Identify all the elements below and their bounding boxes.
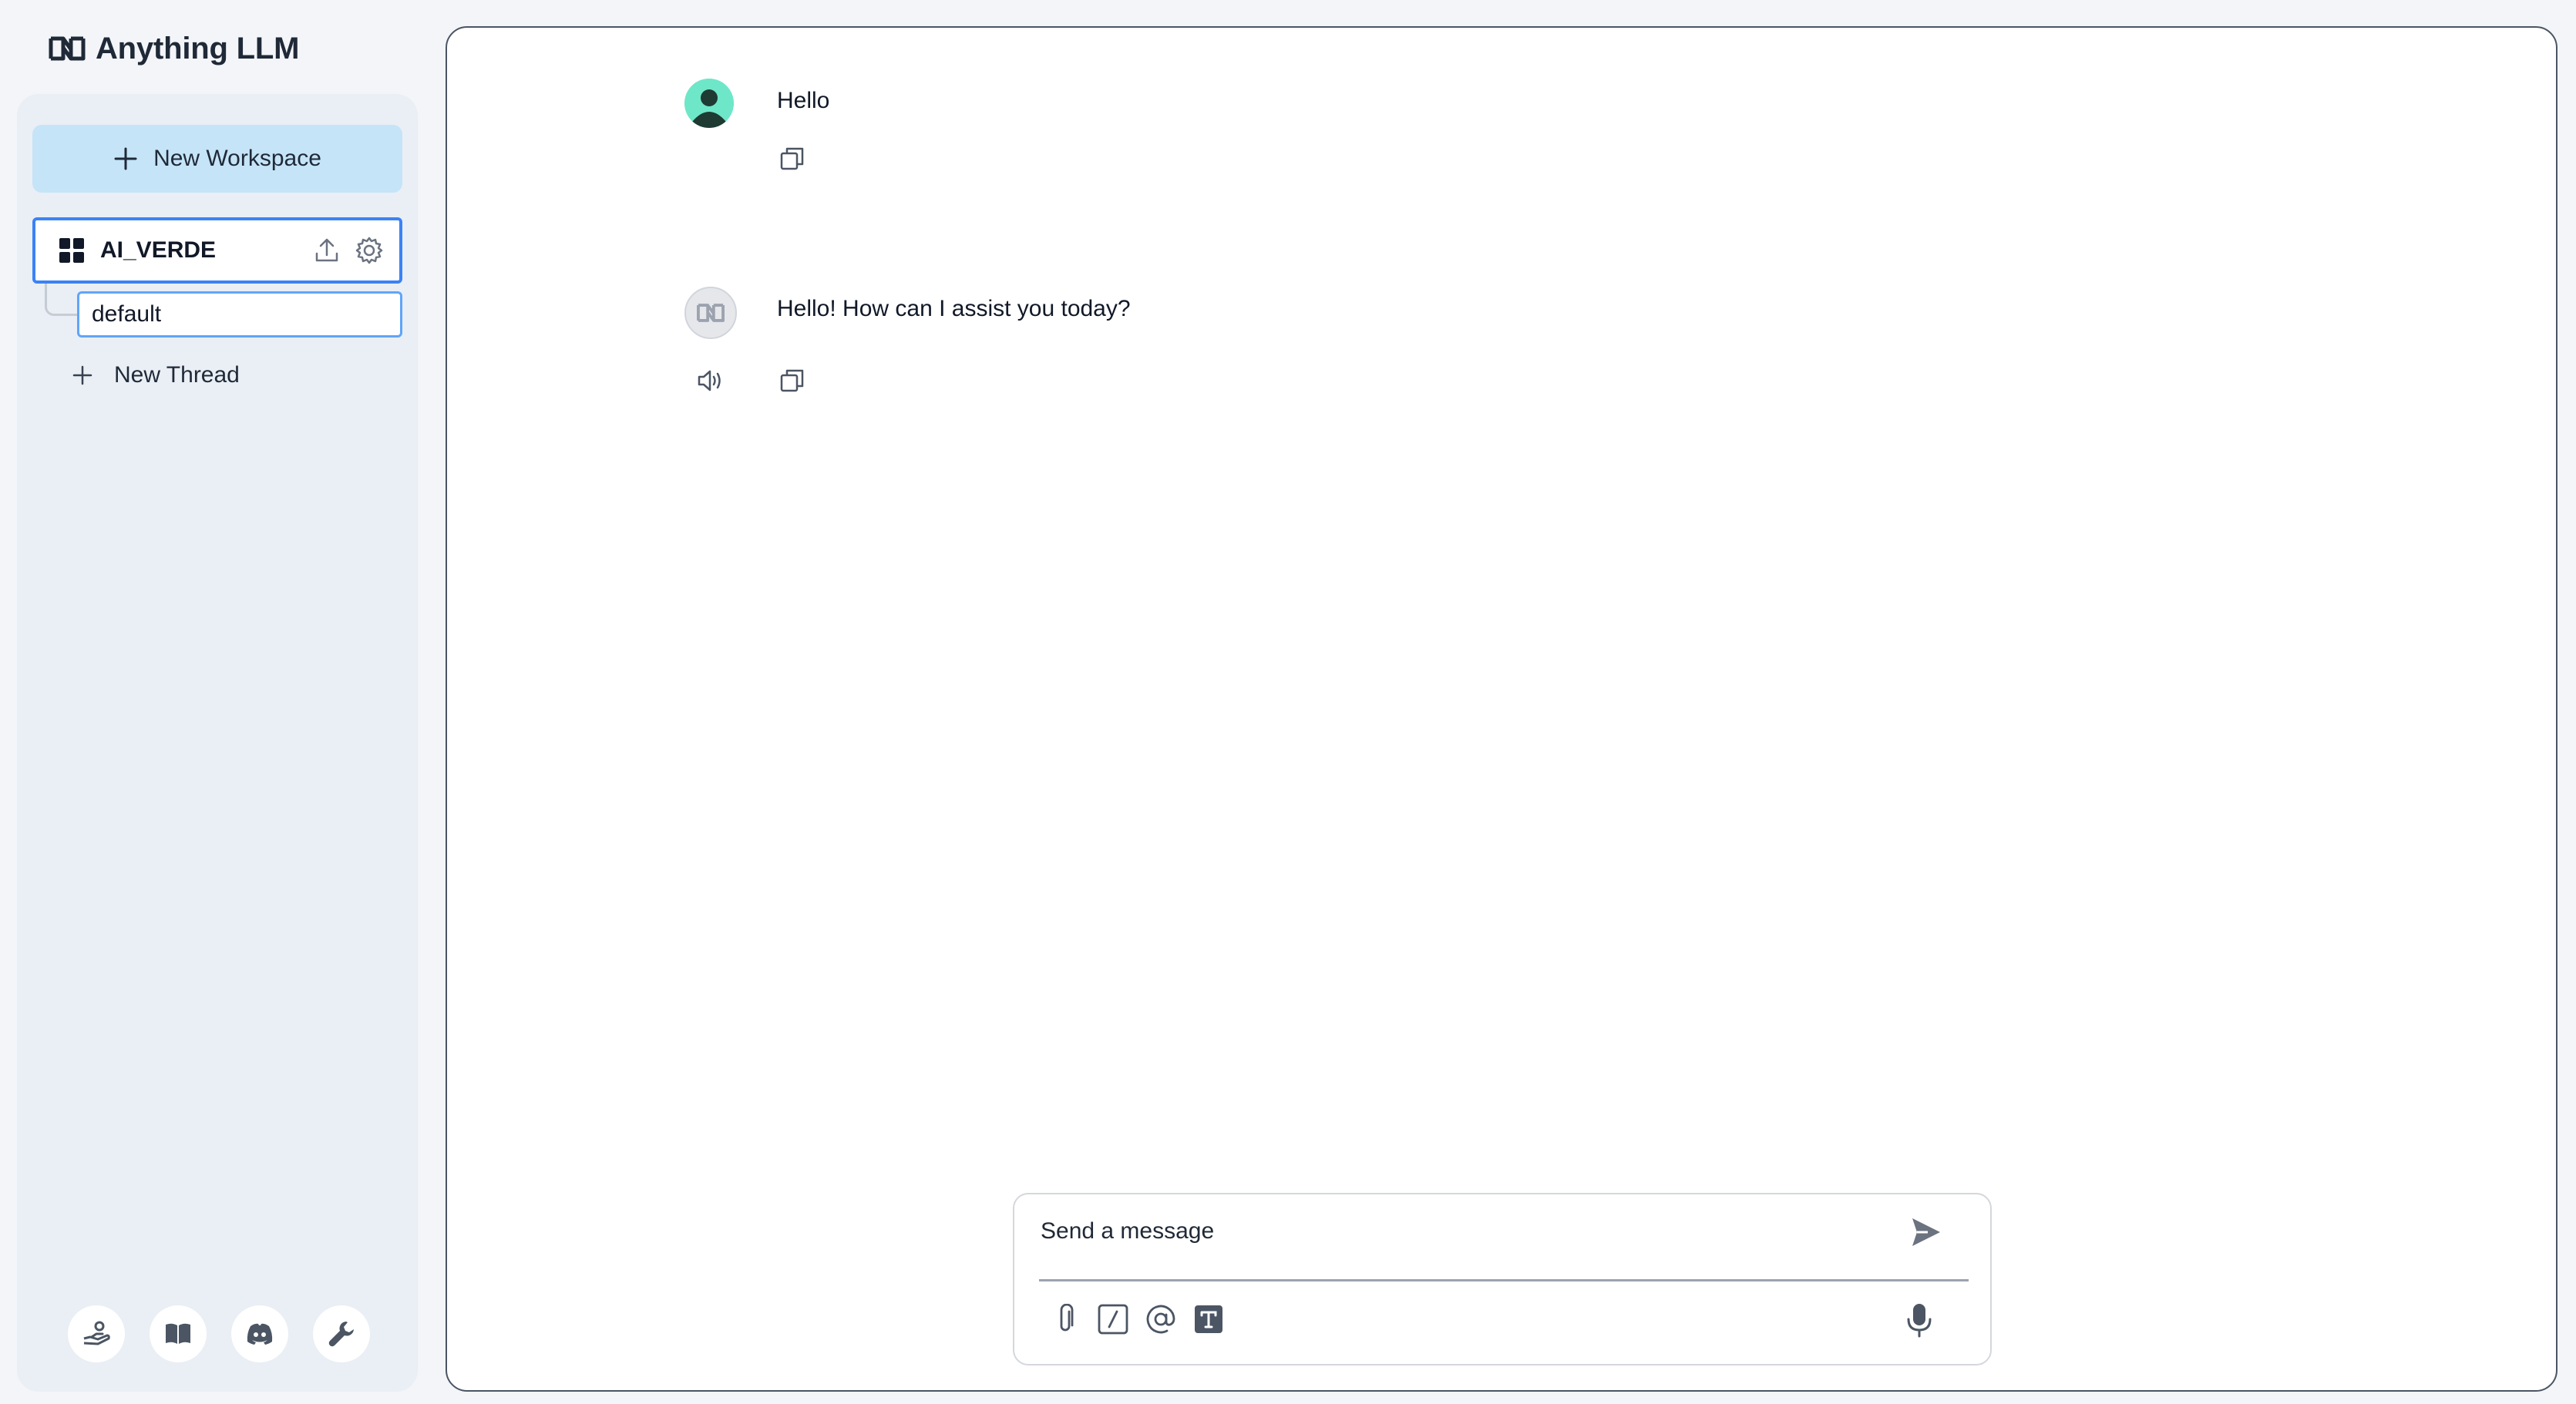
thread-item-default[interactable]: default [77,291,402,338]
anything-llm-logo-icon [49,36,86,61]
at-mention-icon [1146,1305,1175,1334]
at-mention-button[interactable] [1145,1304,1176,1335]
user-avatar-icon [684,79,734,128]
thread-name: default [92,301,162,327]
new-thread-label: New Thread [114,362,240,388]
community-hub-button[interactable] [68,1305,125,1362]
message-composer [1013,1193,1992,1365]
speaker-icon [698,370,721,391]
upload-icon[interactable] [313,237,341,264]
slash-command-button[interactable] [1098,1304,1128,1335]
workspace-actions [313,236,384,265]
community-hub-icon [83,1321,110,1345]
send-button[interactable] [1907,1213,1945,1251]
workspace-name: AI_VERDE [100,237,217,263]
user-message-text: Hello [777,88,830,113]
discord-button[interactable] [231,1305,288,1362]
text-to-speech-button[interactable] [695,365,726,396]
workspace-item-ai-verde[interactable]: AI_VERDE [32,217,402,284]
copy-button[interactable] [777,365,808,396]
assistant-avatar [684,287,737,339]
new-workspace-label: New Workspace [153,146,321,171]
slash-command-icon [1098,1304,1128,1335]
brand-name: Anything LLM [96,31,300,65]
composer-toolbar [1050,1304,1224,1335]
docs-book-icon [166,1323,190,1344]
plus-icon [72,365,92,385]
copy-icon [780,147,804,170]
sidebar: New Workspace AI_VERDE default New Threa… [17,94,418,1392]
docs-button[interactable] [150,1305,207,1362]
thread-connector [45,284,80,316]
assistant-message-text: Hello! How can I assist you today? [777,296,1131,321]
chat-panel: Hello Hello! How can I assist you today? [446,26,2558,1392]
plus-icon [114,147,137,170]
settings-wrench-icon [328,1322,354,1347]
attach-icon [1060,1304,1074,1332]
new-workspace-button[interactable]: New Workspace [32,125,402,193]
new-thread-button[interactable]: New Thread [72,356,240,395]
discord-icon [247,1323,273,1345]
app-root: Anything LLM New Workspace AI_VERDE defa… [0,0,2576,1404]
attach-button[interactable] [1050,1304,1081,1335]
user-avatar [684,79,734,128]
brand-logo: Anything LLM [48,29,299,68]
copy-button[interactable] [777,143,808,174]
workspace-grid-icon [59,238,84,263]
send-icon [1912,1218,1940,1246]
microphone-icon [1907,1304,1932,1338]
composer-divider [1039,1279,1969,1281]
microphone-button[interactable] [1902,1302,1936,1338]
copy-icon [780,369,804,392]
gear-icon[interactable] [355,236,384,265]
anything-llm-logo-icon [697,304,725,322]
settings-button[interactable] [313,1305,370,1362]
sidebar-footer [68,1305,370,1362]
message-input[interactable] [1041,1210,1935,1253]
text-size-icon [1195,1305,1222,1333]
text-size-button[interactable] [1193,1304,1224,1335]
